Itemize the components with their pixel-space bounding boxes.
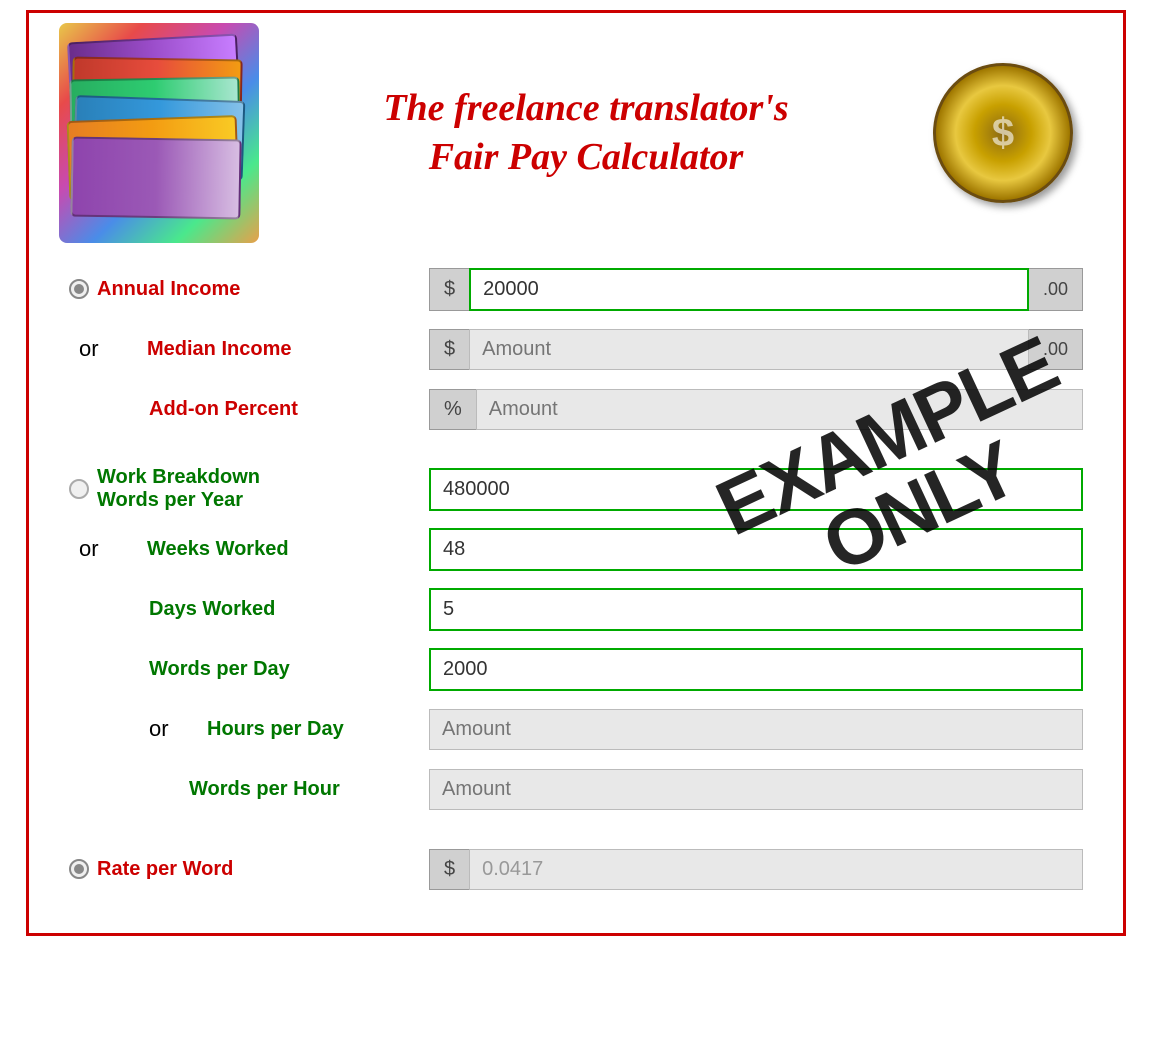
days-worked-label-area: Days Worked [69, 598, 429, 621]
words-per-day-row: Words per Day [69, 643, 1083, 695]
work-breakdown-radio[interactable] [69, 479, 89, 499]
annual-income-label-area: Annual Income [69, 278, 429, 301]
words-per-day-label: Words per Day [149, 658, 290, 681]
annual-income-radio[interactable] [69, 279, 89, 299]
days-worked-label: Days Worked [149, 598, 275, 621]
days-worked-row: Days Worked [69, 583, 1083, 635]
addon-percent-row: Add-on Percent % [69, 383, 1083, 435]
words-per-year-input[interactable] [429, 468, 1083, 511]
hours-per-day-row: or Hours per Day [69, 703, 1083, 755]
hours-per-day-input[interactable] [429, 709, 1083, 750]
or-label-3: or [149, 716, 179, 742]
form-area: Annual Income $ .00 or Median Income $ .… [59, 263, 1093, 895]
annual-income-input-group: $ .00 [429, 268, 1083, 311]
addon-percent-input[interactable] [476, 389, 1083, 430]
annual-income-label: Annual Income [97, 278, 240, 301]
rate-per-word-label: Rate per Word [97, 858, 233, 881]
addon-percent-symbol-prefix: % [429, 389, 476, 430]
rate-currency-prefix: $ [429, 849, 469, 890]
rate-per-word-radio[interactable] [69, 859, 89, 879]
weeks-worked-label: Weeks Worked [147, 538, 289, 561]
section-divider-1 [69, 443, 1083, 463]
hours-per-day-label: Hours per Day [207, 718, 344, 741]
work-breakdown-row: Work Breakdown Words per Year [69, 463, 1083, 515]
words-per-hour-input[interactable] [429, 769, 1083, 810]
words-per-hour-row: Words per Hour [69, 763, 1083, 815]
days-worked-input-group [429, 588, 1083, 631]
rate-per-word-input-group: $ [429, 849, 1083, 890]
weeks-worked-label-area: or Weeks Worked [69, 536, 429, 562]
median-income-label: Median Income [147, 338, 291, 361]
weeks-worked-input[interactable] [429, 528, 1083, 571]
words-per-year-label: Words per Year [97, 489, 260, 512]
words-per-year-input-group [429, 468, 1083, 511]
page-container: EXAMPLE ONLY 500 EURO The freelance tran… [26, 10, 1126, 936]
annual-income-input[interactable] [469, 268, 1029, 311]
weeks-worked-input-group [429, 528, 1083, 571]
median-income-cents-suffix: .00 [1029, 329, 1083, 370]
or-label-1: or [79, 336, 109, 362]
words-per-day-input-group [429, 648, 1083, 691]
words-per-day-input[interactable] [429, 648, 1083, 691]
words-per-hour-input-group [429, 769, 1083, 810]
annual-income-row: Annual Income $ .00 [69, 263, 1083, 315]
title-line1: The freelance translator's [383, 87, 788, 129]
words-per-hour-label: Words per Hour [189, 778, 340, 801]
header-title: The freelance translator's Fair Pay Calc… [259, 84, 913, 183]
rate-per-word-input[interactable] [469, 849, 1083, 890]
median-income-input-group: $ .00 [429, 329, 1083, 370]
weeks-worked-row: or Weeks Worked [69, 523, 1083, 575]
rate-per-word-row: Rate per Word $ [69, 843, 1083, 895]
addon-percent-label-area: Add-on Percent [69, 398, 429, 421]
title-line2: Fair Pay Calculator [429, 136, 744, 178]
days-worked-input[interactable] [429, 588, 1083, 631]
work-breakdown-label-area: Work Breakdown Words per Year [69, 466, 429, 512]
header: 500 EURO The freelance translator's Fair… [59, 23, 1093, 243]
money-stack-image: 500 EURO [59, 23, 259, 243]
hours-per-day-input-group [429, 709, 1083, 750]
dollar-roll-image [913, 23, 1093, 243]
dollar-roll [933, 63, 1073, 203]
hours-per-day-label-area: or Hours per Day [69, 716, 429, 742]
median-income-row: or Median Income $ .00 [69, 323, 1083, 375]
main-title: The freelance translator's Fair Pay Calc… [279, 84, 893, 183]
addon-percent-label: Add-on Percent [149, 398, 298, 421]
words-per-hour-label-area: Words per Hour [69, 778, 429, 801]
money-stack: 500 EURO [64, 28, 254, 238]
rate-per-word-label-area: Rate per Word [69, 858, 429, 881]
section-divider-2 [69, 823, 1083, 843]
words-per-day-label-area: Words per Day [69, 658, 429, 681]
addon-percent-input-group: % [429, 389, 1083, 430]
work-breakdown-label: Work Breakdown [97, 466, 260, 489]
median-income-input[interactable] [469, 329, 1029, 370]
annual-income-currency-prefix: $ [429, 268, 469, 311]
bill-6 [70, 137, 241, 220]
median-income-currency-prefix: $ [429, 329, 469, 370]
median-income-label-area: or Median Income [69, 336, 429, 362]
or-label-2: or [79, 536, 109, 562]
annual-income-cents-suffix: .00 [1029, 268, 1083, 311]
